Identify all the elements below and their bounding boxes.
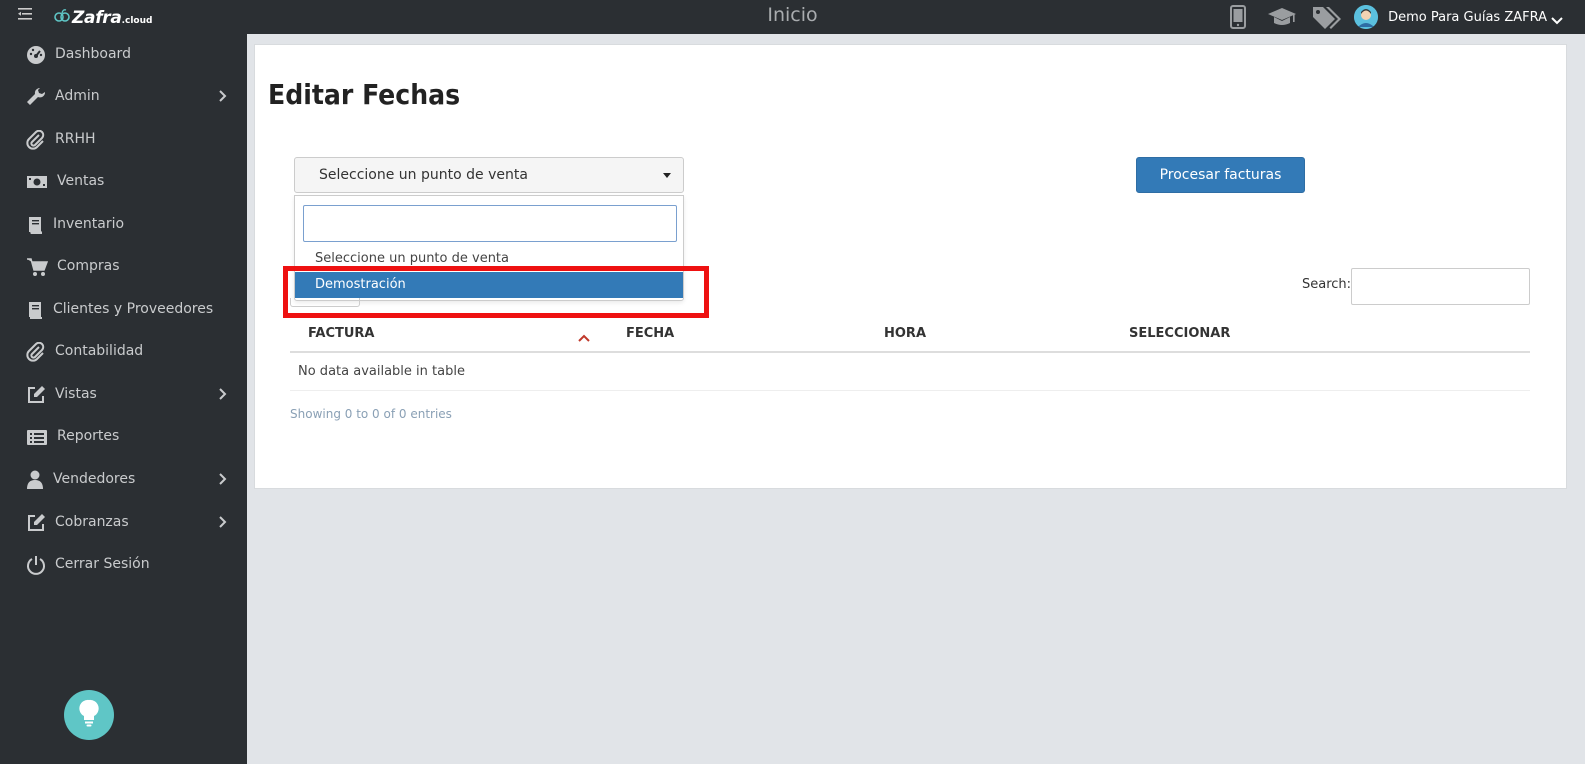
sidebar-item-label: Dashboard (55, 46, 131, 62)
sidebar-item-contabilidad[interactable]: Contabilidad (0, 332, 247, 372)
search-label: Search: (1302, 277, 1352, 292)
money-icon (26, 172, 48, 192)
user-menu[interactable]: Demo Para Guías ZAFRA (1354, 5, 1563, 29)
dropdown-option-highlighted[interactable]: Demostración (295, 272, 683, 298)
brand-logo[interactable]: Zafra .cloud (54, 8, 152, 28)
heading-strong: Editar (268, 78, 354, 111)
sidebar-item-label: Vistas (55, 386, 97, 402)
sidebar: Dashboard Admin RRHH Ventas Inventario C… (0, 34, 247, 764)
chevron-right-icon (219, 473, 227, 485)
sidebar-item-cerrar-sesion[interactable]: Cerrar Sesión (0, 545, 247, 585)
chevron-right-icon (219, 388, 227, 400)
user-avatar-icon (1354, 5, 1379, 29)
sidebar-item-inventario[interactable]: Inventario (0, 205, 247, 245)
sidebar-item-label: Admin (55, 88, 100, 104)
sidebar-item-cobranzas[interactable]: Cobranzas (0, 503, 247, 543)
brand-mark-icon (54, 9, 70, 23)
select-value: Seleccione un punto de venta (319, 167, 528, 183)
sidebar-item-label: Vendedores (53, 471, 136, 487)
search-input[interactable] (1351, 268, 1530, 305)
paperclip-icon (26, 129, 48, 150)
sidebar-item-clientes-proveedores[interactable]: Clientes y Proveedores (0, 290, 247, 330)
help-button[interactable] (64, 690, 114, 740)
sidebar-item-label: Compras (57, 258, 120, 274)
graduation-cap-icon[interactable] (1266, 4, 1298, 30)
sidebar-item-label: Cobranzas (55, 514, 129, 530)
table-header: FACTURA FECHA HORA SELECCIONAR (290, 317, 1530, 353)
top-bar: Zafra .cloud Inicio Demo Para Guías ZAFR… (0, 0, 1585, 34)
sidebar-item-admin[interactable]: Admin (0, 77, 247, 117)
power-icon (26, 555, 48, 575)
table-info: Showing 0 to 0 of 0 entries (290, 407, 452, 421)
page-heading: Editar Fechas (268, 78, 460, 111)
tags-icon[interactable] (1310, 4, 1342, 30)
book-icon (26, 300, 48, 320)
brand-name: Zafra (72, 8, 122, 28)
sidebar-item-label: RRHH (55, 131, 96, 147)
menu-toggle-icon[interactable] (18, 7, 34, 21)
cart-icon (26, 257, 49, 277)
dropdown-search-input[interactable] (303, 205, 677, 242)
edit-icon (26, 385, 48, 405)
column-header-fecha[interactable]: FECHA (626, 326, 674, 341)
sidebar-item-rrhh[interactable]: RRHH (0, 120, 247, 160)
chevron-right-icon (219, 516, 227, 528)
sidebar-item-dashboard[interactable]: Dashboard (0, 35, 247, 75)
select-dropdown: Seleccione un punto de venta Demostració… (294, 195, 684, 301)
top-icons: Demo Para Guías ZAFRA (1222, 0, 1585, 34)
column-header-seleccionar[interactable]: SELECCIONAR (1129, 326, 1230, 341)
empty-table-message: No data available in table (298, 364, 465, 379)
paperclip-icon (26, 341, 48, 362)
sidebar-item-vistas[interactable]: Vistas (0, 375, 247, 415)
sidebar-item-label: Ventas (57, 173, 105, 189)
chevron-right-icon (219, 90, 227, 102)
column-header-hora[interactable]: HORA (884, 326, 926, 341)
dropdown-option[interactable]: Seleccione un punto de venta (295, 246, 683, 272)
sidebar-item-ventas[interactable]: Ventas (0, 162, 247, 202)
table-row: No data available in table (290, 353, 1530, 391)
chevron-down-icon (1551, 13, 1563, 25)
sidebar-item-reportes[interactable]: Reportes (0, 417, 247, 457)
sidebar-item-label: Reportes (57, 428, 120, 444)
entries-length-select[interactable] (290, 298, 360, 307)
user-icon (26, 470, 48, 490)
user-name: Demo Para Guías ZAFRA (1388, 9, 1547, 25)
list-icon (26, 427, 48, 447)
column-header-factura[interactable]: FACTURA (308, 326, 375, 341)
punto-venta-select[interactable]: Seleccione un punto de venta (294, 157, 684, 193)
sidebar-item-label: Contabilidad (55, 343, 144, 359)
edit-icon (26, 513, 48, 533)
book-icon (26, 215, 48, 235)
sort-ascending-icon[interactable] (578, 330, 590, 342)
sidebar-item-compras[interactable]: Compras (0, 247, 247, 287)
procesar-facturas-button[interactable]: Procesar facturas (1136, 157, 1305, 193)
mobile-icon[interactable] (1222, 4, 1254, 30)
lightbulb-icon (79, 699, 99, 731)
brand-tld: .cloud (121, 16, 153, 26)
sidebar-item-label: Clientes y Proveedores (53, 301, 214, 317)
sidebar-item-vendedores[interactable]: Vendedores (0, 460, 247, 500)
dashboard-icon (26, 45, 48, 65)
caret-down-icon (663, 173, 671, 178)
wrench-icon (26, 87, 48, 107)
heading-rest: Fechas (353, 78, 461, 111)
sidebar-item-label: Cerrar Sesión (55, 556, 150, 572)
sidebar-item-label: Inventario (53, 216, 125, 232)
